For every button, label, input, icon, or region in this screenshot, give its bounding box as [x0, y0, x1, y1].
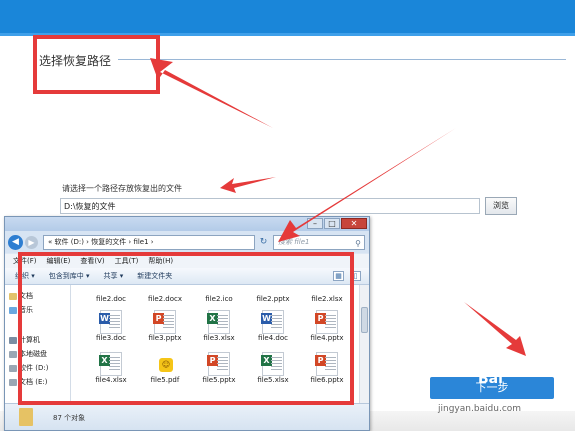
arrow-to-prompt [220, 177, 276, 193]
arrow-to-next [464, 302, 526, 356]
annotation-arrows [150, 58, 526, 356]
arrow-to-explorer [278, 128, 456, 242]
arrow-to-title [150, 58, 273, 128]
